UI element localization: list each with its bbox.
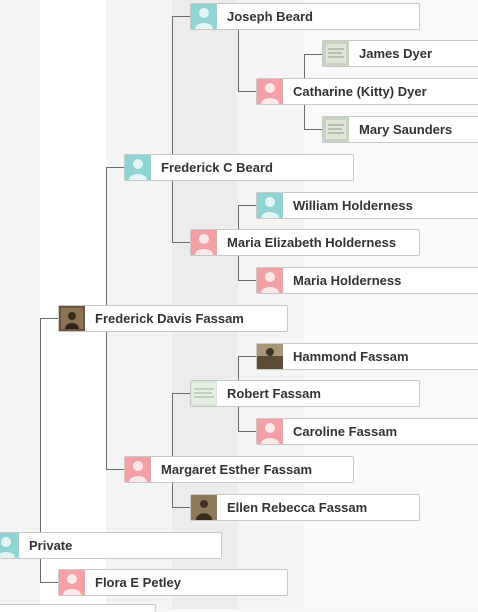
female-silhouette-icon: [59, 570, 85, 595]
person-card-private[interactable]: Private: [0, 532, 222, 559]
person-card-maria-elizabeth-holderness[interactable]: Maria Elizabeth Holderness: [190, 229, 420, 256]
connector-line: [40, 318, 58, 319]
male-silhouette-icon: [125, 155, 151, 180]
document-photo-thumbnail: [323, 41, 349, 66]
connector-line: [238, 30, 239, 92]
connector-line: [238, 356, 239, 380]
male-silhouette-icon: [191, 4, 217, 29]
connector-line: [172, 181, 173, 243]
person-card-robert-fassam[interactable]: Robert Fassam: [190, 380, 420, 407]
connector-line: [106, 469, 124, 470]
connector-line: [40, 582, 58, 583]
person-name: William Holderness: [293, 198, 413, 213]
person-name: Mary Saunders: [359, 122, 453, 137]
female-silhouette-icon: [257, 419, 283, 444]
person-name: Robert Fassam: [227, 386, 321, 401]
person-card-catharine-dyer[interactable]: Catharine (Kitty) Dyer: [256, 78, 478, 105]
person-card-hammond-fassam[interactable]: Hammond Fassam: [256, 343, 478, 370]
connector-line: [172, 16, 173, 154]
person-name: Joseph Beard: [227, 9, 313, 24]
person-card-frederick-c-beard[interactable]: Frederick C Beard: [124, 154, 354, 181]
person-name: Maria Elizabeth Holderness: [227, 235, 397, 250]
person-name: Margaret Esther Fassam: [161, 462, 313, 477]
person-card-maria-holderness[interactable]: Maria Holderness: [256, 267, 478, 294]
portrait-photo-thumbnail: [59, 306, 85, 331]
female-silhouette-icon: [257, 268, 283, 293]
connector-line: [106, 332, 107, 470]
person-card-frederick-davis-fassam[interactable]: Frederick Davis Fassam: [58, 305, 288, 332]
portrait-photo-thumbnail: [257, 344, 283, 369]
person-card-william-holderness[interactable]: William Holderness: [256, 192, 478, 219]
person-name: Ellen Rebecca Fassam: [227, 500, 368, 515]
generation-band: [0, 0, 40, 609]
female-silhouette-icon: [125, 457, 151, 482]
connector-line: [304, 54, 305, 78]
person-card-margaret-esther-fassam[interactable]: Margaret Esther Fassam: [124, 456, 354, 483]
connector-line: [238, 407, 239, 432]
female-silhouette-icon: [191, 230, 217, 255]
connector-line: [238, 91, 256, 92]
person-card-partial[interactable]: [0, 604, 156, 612]
connector-line: [106, 167, 107, 305]
connector-line: [238, 205, 256, 206]
male-silhouette-icon: [0, 533, 19, 558]
connector-line: [304, 105, 305, 130]
male-silhouette-icon: [257, 193, 283, 218]
connector-line: [172, 393, 190, 394]
connector-line: [238, 280, 256, 281]
connector-line: [40, 318, 41, 532]
person-card-mary-saunders[interactable]: Mary Saunders: [322, 116, 478, 143]
female-silhouette-icon: [257, 79, 283, 104]
person-name: Catharine (Kitty) Dyer: [293, 84, 427, 99]
connector-line: [304, 129, 322, 130]
connector-line: [304, 54, 322, 55]
person-name: Frederick C Beard: [161, 160, 273, 175]
person-card-flora-e-petley[interactable]: Flora E Petley: [58, 569, 288, 596]
connector-line: [172, 16, 190, 17]
person-name: Hammond Fassam: [293, 349, 409, 364]
person-name: Caroline Fassam: [293, 424, 398, 439]
connector-line: [106, 167, 124, 168]
person-card-joseph-beard[interactable]: Joseph Beard: [190, 3, 420, 30]
person-name: Frederick Davis Fassam: [95, 311, 244, 326]
connector-line: [238, 205, 239, 229]
connector-line: [172, 483, 173, 508]
connector-line: [40, 559, 41, 583]
portrait-photo-thumbnail: [191, 495, 217, 520]
connector-line: [238, 256, 239, 281]
connector-line: [172, 393, 173, 456]
person-name: Flora E Petley: [95, 575, 181, 590]
person-card-ellen-rebecca-fassam[interactable]: Ellen Rebecca Fassam: [190, 494, 420, 521]
person-name: Maria Holderness: [293, 273, 402, 288]
connector-line: [172, 507, 190, 508]
person-card-caroline-fassam[interactable]: Caroline Fassam: [256, 418, 478, 445]
document-photo-thumbnail: [323, 117, 349, 142]
connector-line: [172, 242, 190, 243]
connector-line: [238, 356, 256, 357]
connector-line: [238, 431, 256, 432]
person-name: James Dyer: [359, 46, 432, 61]
person-name: Private: [29, 538, 73, 553]
document-photo-thumbnail: [191, 381, 217, 406]
person-card-james-dyer[interactable]: James Dyer: [322, 40, 478, 67]
